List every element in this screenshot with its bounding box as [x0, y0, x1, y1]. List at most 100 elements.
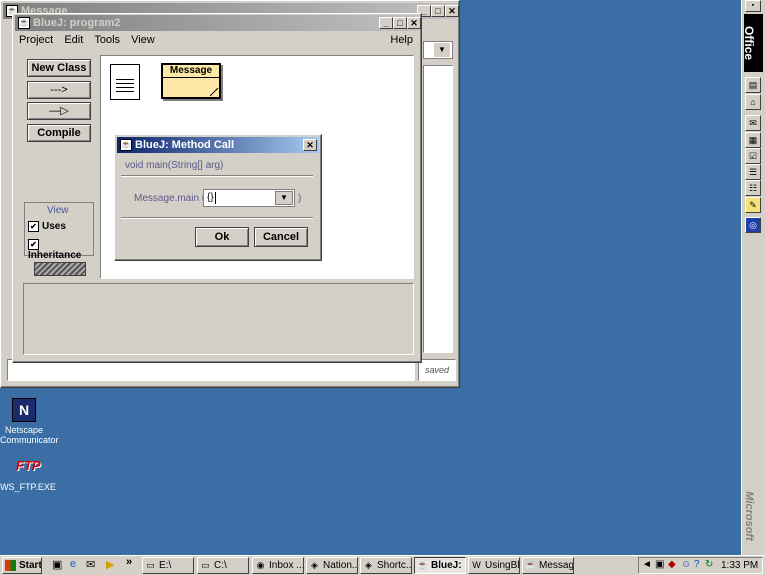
note-icon[interactable]: ✎ — [745, 197, 761, 213]
ws-ftp-desktop-icon[interactable]: FTP WS_FTP.EXE — [0, 454, 56, 494]
text-cursor — [215, 192, 216, 204]
task-inbox[interactable]: ◉ Inbox ... — [252, 557, 304, 574]
calendar-icon[interactable]: ▦ — [745, 132, 761, 148]
quick-launch-chevron[interactable]: » — [126, 556, 132, 568]
quick-launch: ▣ e ✉ ▶ » — [48, 556, 140, 573]
bluej-titlebar[interactable]: ☕ BlueJ: program2 _ □ ✕ — [15, 15, 421, 31]
menu-bar: Project Edit Tools View Help — [15, 32, 419, 48]
cancel-button[interactable]: Cancel — [254, 227, 308, 247]
office-menu-icon[interactable]: ▪ — [745, 0, 761, 12]
resize-corner-icon — [210, 88, 218, 96]
argument-input[interactable]: {} — [207, 192, 214, 203]
text-area[interactable] — [423, 65, 453, 353]
task-label: C:\ — [214, 560, 227, 571]
task-shortcut[interactable]: ◈ Shortc... — [360, 557, 412, 574]
sync-icon[interactable]: ↻ — [705, 559, 713, 570]
uses-checkbox[interactable]: ✔ Uses — [28, 221, 66, 232]
office-title-strip[interactable]: Office — [742, 14, 763, 72]
menu-project[interactable]: Project — [15, 32, 57, 48]
speaker-icon[interactable]: ◄ — [642, 559, 652, 570]
dropdown-arrow-icon: ▼ — [434, 43, 450, 57]
class-box-message[interactable]: Message — [161, 63, 221, 99]
close-paren: ) — [298, 193, 302, 204]
java-icon: ☕ — [417, 560, 429, 570]
task-nation[interactable]: ◈ Nation... — [306, 557, 358, 574]
close-button[interactable]: ✕ — [303, 139, 317, 151]
browser-icon: ◈ — [311, 560, 318, 570]
task-label: Shortc... — [377, 560, 412, 571]
outlook-icon[interactable]: ✉ — [86, 558, 95, 571]
windows-logo-icon — [5, 560, 16, 571]
word-icon[interactable]: ▤ — [745, 77, 761, 93]
contact-icon[interactable]: ☰ — [745, 164, 761, 180]
task-message[interactable]: ☕Message — [522, 557, 574, 574]
drive-icon: ▭ — [146, 560, 155, 570]
dialog-titlebar[interactable]: ☕ BlueJ: Method Call ✕ — [117, 137, 319, 153]
task-label: E:\ — [159, 560, 172, 571]
network-icon[interactable]: ▣ — [655, 559, 664, 570]
netscape-label-1: Netscape — [4, 425, 44, 435]
new-class-button[interactable]: New Class — [27, 59, 91, 77]
readme-document-icon[interactable] — [110, 64, 140, 100]
menu-edit[interactable]: Edit — [60, 32, 87, 48]
office-title: Office — [742, 25, 757, 61]
task-usingbluej[interactable]: W UsingBl... — [468, 557, 520, 574]
netscape-label-2: Communicator — [0, 435, 59, 445]
show-desktop-icon[interactable]: ▣ — [52, 558, 62, 571]
bluej-title: BlueJ: program2 — [33, 17, 121, 29]
menu-tools[interactable]: Tools — [90, 32, 124, 48]
method-signature: void main(String[] arg) — [125, 160, 224, 171]
task-c-drive[interactable]: ▭ C:\ — [197, 557, 249, 574]
messenger-icon[interactable]: ☺ — [681, 559, 691, 570]
clock[interactable]: 1:33 PM — [721, 560, 758, 571]
inheritance-arrow-button[interactable]: —▷ — [27, 102, 91, 120]
status-text: saved — [425, 365, 450, 375]
task-e-drive[interactable]: ▭ E:\ — [142, 557, 194, 574]
drive-icon: ▭ — [201, 560, 210, 570]
task-label: Inbox ... — [269, 560, 304, 571]
close-button[interactable]: ✕ — [407, 17, 421, 29]
ftp-label: WS_FTP.EXE — [0, 482, 56, 492]
minimize-button[interactable]: _ — [379, 17, 393, 29]
office-brand: Microsoft — [742, 491, 755, 541]
close-button[interactable]: ✕ — [445, 5, 459, 17]
task-label: Nation... — [323, 560, 358, 571]
open-folder-icon[interactable]: ⌂ — [745, 94, 761, 110]
browser-icon: ◈ — [365, 560, 372, 570]
call-label: Message.main ( — [134, 193, 206, 204]
maximize-button[interactable]: □ — [393, 17, 407, 29]
task-icon[interactable]: ☑ — [745, 148, 761, 164]
office-logo-icon[interactable]: ◎ — [745, 217, 761, 233]
antivirus-icon[interactable]: ◆ — [668, 559, 676, 570]
dialog-title: BlueJ: Method Call — [135, 139, 235, 151]
internet-explorer-icon[interactable]: e — [70, 558, 76, 570]
inheritance-checkbox[interactable]: ✔Inheritance — [28, 239, 93, 261]
start-button[interactable]: Start — [2, 557, 42, 574]
maximize-button[interactable]: □ — [431, 5, 445, 17]
java-icon: ☕ — [525, 560, 537, 570]
view-group: View ✔ Uses ✔Inheritance — [24, 202, 94, 261]
word-icon: W — [472, 560, 481, 570]
netscape-desktop-icon[interactable]: N Netscape Communicator — [0, 398, 59, 446]
menu-help[interactable]: Help — [386, 32, 417, 48]
ok-button[interactable]: Ok — [195, 227, 249, 247]
argument-combo[interactable]: {} ▼ — [203, 189, 295, 207]
mail-icon[interactable]: ✉ — [745, 115, 761, 131]
uses-arrow-button[interactable]: ---> — [27, 81, 91, 99]
media-player-icon[interactable]: ▶ — [106, 558, 114, 571]
method-call-dialog[interactable]: ☕ BlueJ: Method Call ✕ void main(String[… — [114, 134, 322, 261]
bluej-icon: ☕ — [120, 139, 132, 151]
class-name: Message — [163, 65, 219, 78]
task-label: UsingBl... — [485, 560, 520, 571]
machine-indicator — [34, 262, 86, 276]
object-bench[interactable] — [23, 283, 414, 355]
dropdown[interactable]: ▼ — [423, 41, 453, 59]
journal-icon[interactable]: ☷ — [745, 180, 761, 196]
menu-view[interactable]: View — [127, 32, 159, 48]
task-bluej[interactable]: ☕BlueJ: ... — [414, 557, 466, 574]
help-icon[interactable]: ? — [694, 559, 700, 570]
ftp-icon: FTP — [16, 458, 41, 473]
check-icon: ✔ — [28, 239, 39, 250]
dropdown-arrow-icon[interactable]: ▼ — [275, 191, 293, 205]
compile-button[interactable]: Compile — [27, 124, 91, 142]
